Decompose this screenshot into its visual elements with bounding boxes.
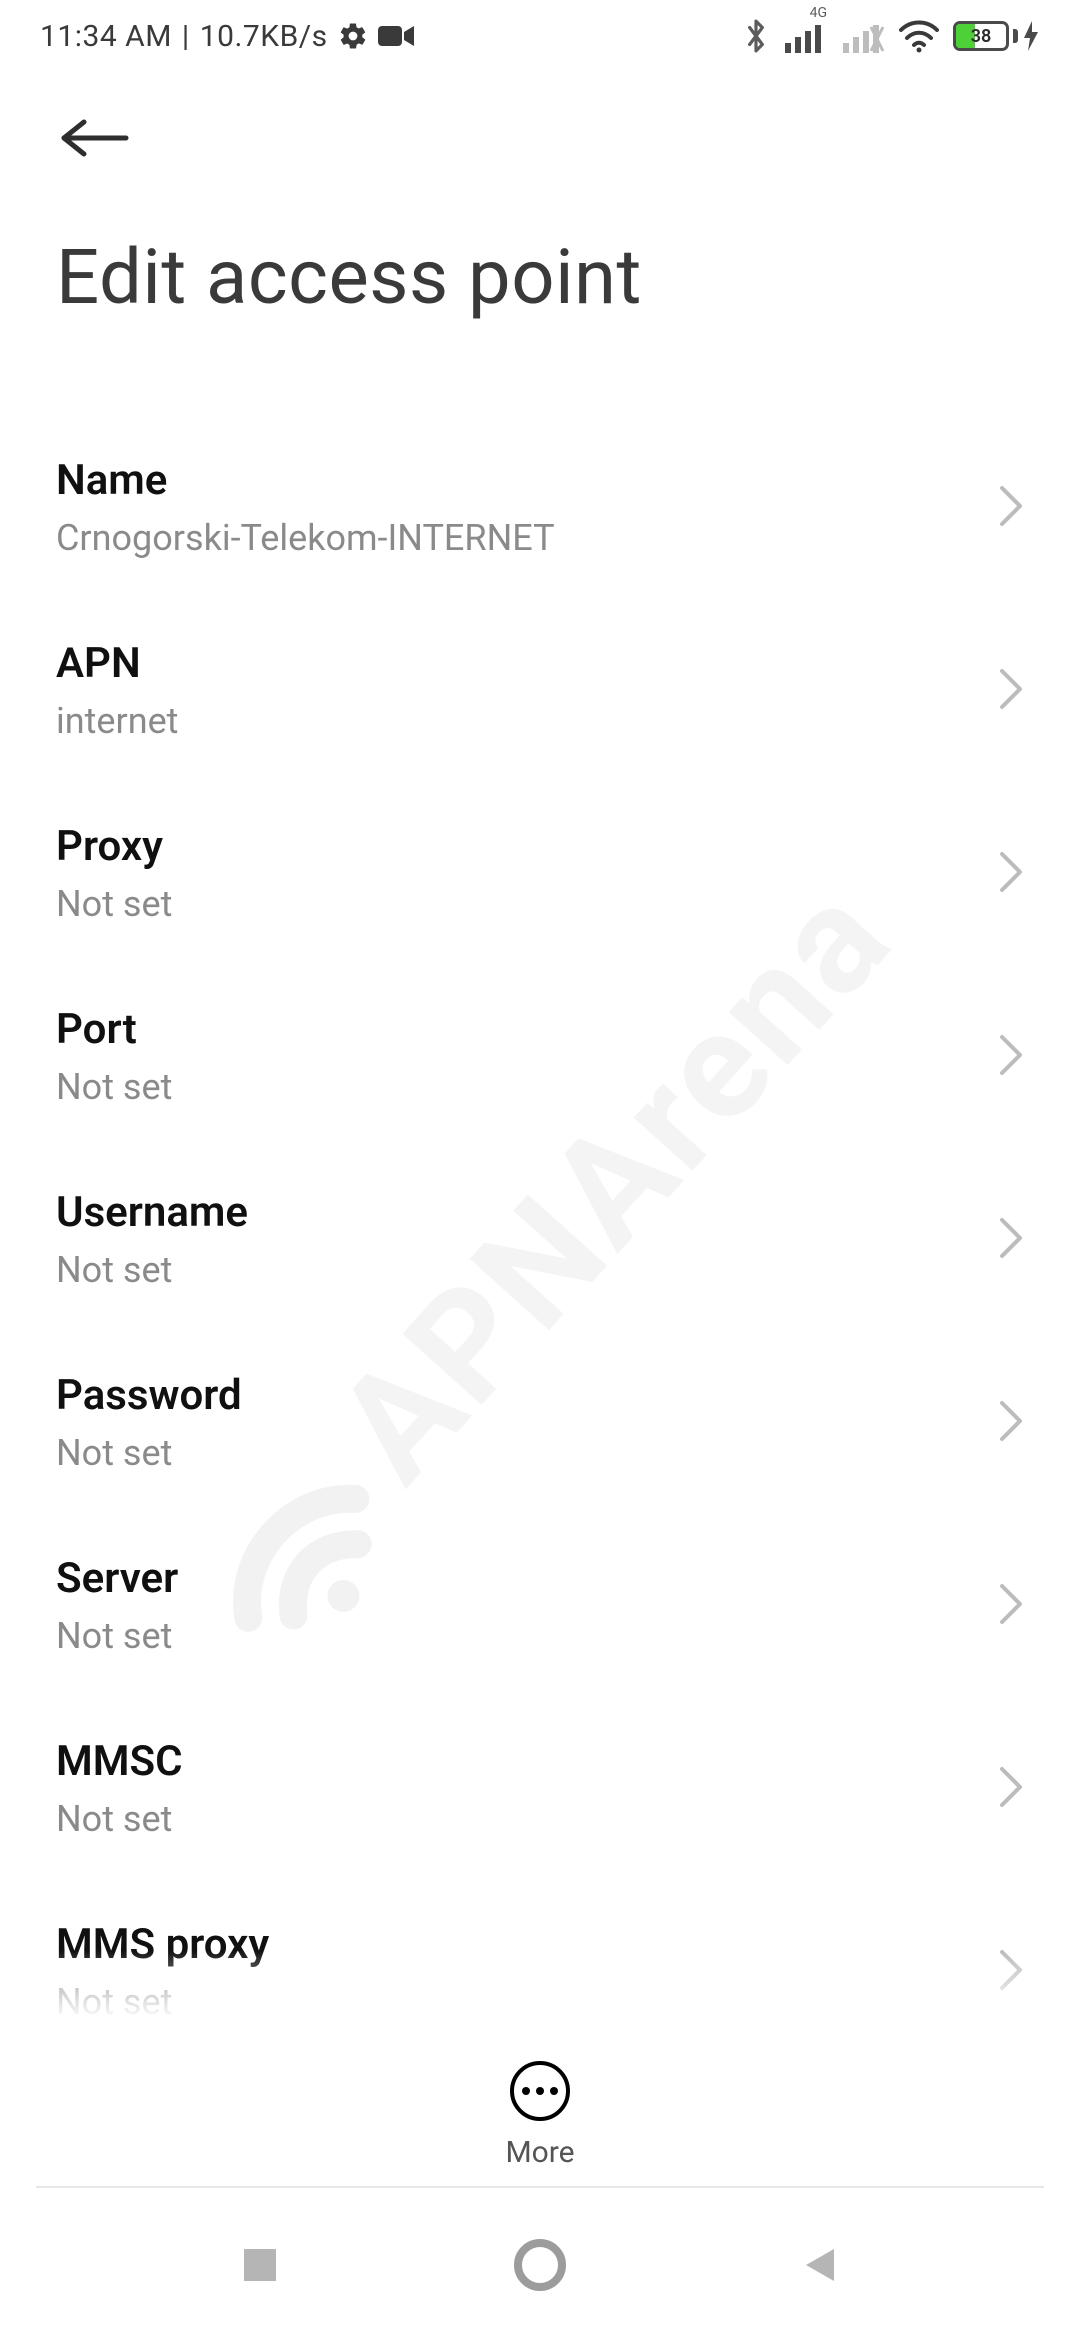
chevron-right-icon: [998, 484, 1024, 532]
chevron-right-icon: [998, 850, 1024, 898]
row-label: APN: [56, 639, 178, 688]
row-label: Username: [56, 1188, 248, 1237]
row-username[interactable]: Username Not set: [56, 1150, 1024, 1333]
wifi-icon: [899, 19, 939, 53]
row-value: Not set: [56, 1249, 248, 1291]
row-name[interactable]: Name Crnogorski-Telekom-INTERNET: [56, 418, 1024, 601]
status-right: 4G: [743, 19, 1040, 53]
row-value: Not set: [56, 1432, 242, 1474]
row-value: internet: [56, 700, 178, 742]
row-server[interactable]: Server Not set: [56, 1516, 1024, 1699]
row-apn[interactable]: APN internet: [56, 601, 1024, 784]
row-proxy[interactable]: Proxy Not set: [56, 784, 1024, 967]
bottom-action-bar: More: [0, 2061, 1080, 2184]
signal-primary-label: 4G: [810, 5, 827, 21]
nav-recent-button[interactable]: [220, 2225, 300, 2305]
status-separator: |: [182, 19, 190, 54]
row-label: MMSC: [56, 1737, 183, 1786]
signal-primary-icon: 4G: [783, 19, 827, 53]
row-mmsc[interactable]: MMSC Not set: [56, 1699, 1024, 1882]
arrow-left-icon: [58, 114, 130, 166]
row-label: Name: [56, 456, 555, 505]
gear-icon: [338, 21, 368, 51]
row-label: Password: [56, 1371, 242, 1420]
row-label: Proxy: [56, 822, 172, 871]
back-button[interactable]: [56, 102, 132, 178]
nav-home-button[interactable]: [500, 2225, 580, 2305]
bluetooth-icon: [743, 19, 769, 53]
more-label: More: [505, 2135, 574, 2170]
chevron-right-icon: [998, 1582, 1024, 1630]
row-value: Crnogorski-Telekom-INTERNET: [56, 517, 555, 559]
battery-indicator: 38: [953, 21, 1040, 51]
settings-list: Name Crnogorski-Telekom-INTERNET APN int…: [0, 322, 1080, 2065]
circle-icon: [512, 2237, 568, 2293]
chevron-right-icon: [998, 667, 1024, 715]
chevron-right-icon: [998, 1765, 1024, 1813]
page-title: Edit access point: [0, 178, 1080, 322]
charging-icon: [1022, 21, 1040, 51]
triangle-left-icon: [798, 2243, 842, 2287]
chevron-right-icon: [998, 1216, 1024, 1264]
status-netspeed: 10.7KB/s: [200, 19, 328, 54]
more-button[interactable]: More: [505, 2061, 574, 2170]
chevron-right-icon: [998, 1033, 1024, 1081]
row-value: Not set: [56, 1615, 178, 1657]
chevron-right-icon: [998, 1399, 1024, 1447]
row-label: MMS proxy: [56, 1920, 269, 1969]
system-navbar: [0, 2190, 1080, 2340]
nav-back-button[interactable]: [780, 2225, 860, 2305]
status-bar: 11:34 AM | 10.7KB/s 4G: [0, 0, 1080, 72]
row-value: Not set: [56, 1066, 172, 1108]
row-label: Port: [56, 1005, 172, 1054]
row-value: Not set: [56, 883, 172, 925]
camera-icon: [378, 23, 414, 49]
row-value: Not set: [56, 1798, 183, 1840]
row-mms-proxy[interactable]: MMS proxy Not set: [56, 1882, 1024, 2065]
more-icon: [510, 2061, 570, 2121]
battery-text: 38: [956, 24, 1006, 48]
square-icon: [240, 2245, 280, 2285]
row-label: Server: [56, 1554, 178, 1603]
status-left: 11:34 AM | 10.7KB/s: [40, 19, 414, 54]
signal-secondary-icon: [841, 19, 885, 53]
row-value: Not set: [56, 1981, 269, 2023]
row-port[interactable]: Port Not set: [56, 967, 1024, 1150]
status-time: 11:34 AM: [40, 19, 172, 54]
row-password[interactable]: Password Not set: [56, 1333, 1024, 1516]
chevron-right-icon: [998, 1948, 1024, 1996]
bottom-divider: [36, 2186, 1044, 2188]
